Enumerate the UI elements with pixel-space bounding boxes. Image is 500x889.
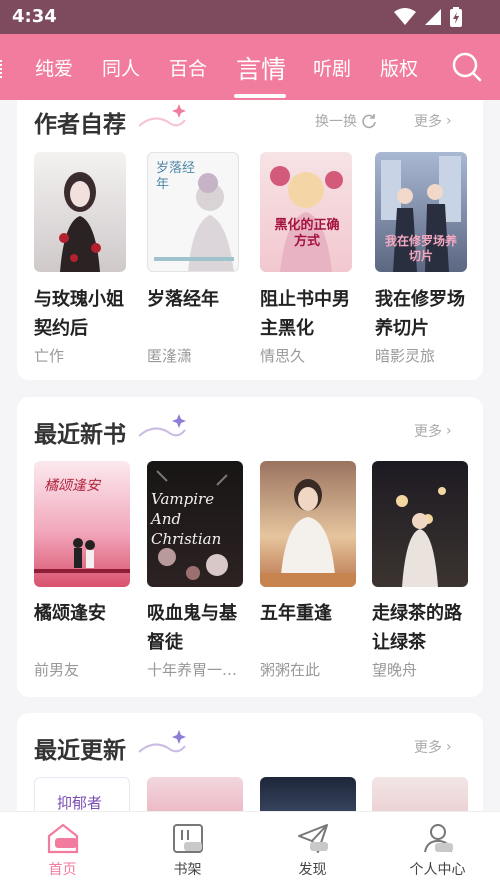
active-tab-indicator bbox=[234, 94, 286, 98]
section-title: 最近新书 bbox=[34, 422, 126, 448]
author-recommend-card: 作者自荐 换一换 更多 › 与玫瑰小姐契约后 亡作 岁落经年 岁落经年 匿湰潇 … bbox=[17, 100, 483, 380]
book-title: 阻止书中男主黑化 bbox=[260, 289, 350, 339]
tab-yanqing[interactable]: 言情 bbox=[236, 50, 286, 86]
cover-title-text: 抑郁者 bbox=[57, 794, 103, 812]
cover-illustration bbox=[34, 538, 130, 573]
book-author: 情思久 bbox=[260, 347, 306, 365]
more-label: 更多 bbox=[414, 424, 442, 440]
cover-illustration bbox=[396, 487, 446, 587]
author-recommend-more[interactable]: 更多 › bbox=[414, 111, 452, 131]
book-cover bbox=[372, 461, 468, 587]
book-title: 走绿茶的路让绿茶 bbox=[372, 603, 462, 653]
more-label: 更多 bbox=[414, 114, 442, 130]
status-icons bbox=[394, 7, 462, 27]
cover-illustration bbox=[270, 166, 343, 272]
book-title: 我在修罗场养切片 bbox=[375, 289, 465, 339]
book-author: 暗影灵旅 bbox=[375, 347, 436, 365]
category-tab-bar: 纯爱 同人 百合 言情 听剧 版权 bbox=[0, 34, 500, 100]
more-label: 更多 bbox=[414, 740, 442, 756]
cover-title-text: 我在修罗场养切片 bbox=[385, 234, 458, 263]
cover-illustration bbox=[260, 479, 356, 587]
cover-illustration bbox=[156, 470, 228, 580]
chevron-right-icon: › bbox=[446, 113, 452, 129]
book-title: 五年重逢 bbox=[260, 603, 332, 624]
nav-label: 书架 bbox=[173, 862, 202, 878]
book-title: 吸血鬼与基督徒 bbox=[147, 603, 237, 653]
discover-icon bbox=[298, 824, 328, 853]
tab-tongren[interactable]: 同人 bbox=[102, 54, 140, 81]
recent-new-more[interactable]: 更多 › bbox=[414, 421, 452, 441]
book-author: 十年养胃一… bbox=[147, 661, 238, 679]
sparkle-decoration bbox=[138, 104, 186, 127]
nav-discover[interactable]: 发现 bbox=[250, 812, 375, 889]
book-cover: 黑化的正确方式 bbox=[260, 152, 352, 272]
book-cover: 我在修罗场养切片 bbox=[375, 152, 467, 272]
book-cover: Vampire And Christian bbox=[147, 461, 243, 587]
book-cover: 橘颂逢安 bbox=[34, 461, 130, 587]
book-author: 粥粥在此 bbox=[260, 661, 321, 679]
section-title: 作者自荐 bbox=[34, 112, 126, 138]
book-cover bbox=[260, 461, 356, 587]
tab-baihe[interactable]: 百合 bbox=[169, 54, 207, 81]
nav-label: 首页 bbox=[48, 862, 77, 878]
book-cover: 岁落经年 bbox=[147, 152, 239, 272]
refresh-icon bbox=[362, 114, 376, 129]
cover-title-text: 岁落经年 bbox=[156, 161, 196, 192]
nav-label: 个人中心 bbox=[409, 862, 466, 878]
book-author: 匿湰潇 bbox=[147, 347, 193, 365]
sparkle-decoration bbox=[138, 414, 186, 437]
nav-home[interactable]: 首页 bbox=[0, 812, 125, 889]
signal-icon bbox=[425, 9, 441, 25]
battery-icon bbox=[450, 7, 462, 27]
book-cover bbox=[34, 152, 126, 272]
sparkle-decoration bbox=[138, 730, 186, 753]
tab-chunai[interactable]: 纯爱 bbox=[35, 54, 73, 81]
bottom-navigation: 首页 书架 发现 个人中心 bbox=[0, 811, 500, 889]
profile-icon bbox=[424, 824, 453, 853]
bookshelf-icon bbox=[173, 824, 203, 853]
status-time: 4:34 bbox=[12, 6, 57, 27]
book-author: 望晚舟 bbox=[372, 661, 418, 679]
cover-title-text: 黑化的正确方式 bbox=[274, 218, 340, 249]
tab-tingju[interactable]: 听剧 bbox=[313, 54, 351, 81]
recent-update-more[interactable]: 更多 › bbox=[414, 737, 452, 757]
book-title: 与玫瑰小姐契约后 bbox=[34, 289, 124, 339]
search-icon[interactable] bbox=[452, 52, 482, 82]
book-title: 岁落经年 bbox=[147, 289, 219, 310]
cover-illustration bbox=[59, 172, 101, 272]
book-author: 前男友 bbox=[34, 661, 80, 679]
tab-banquan[interactable]: 版权 bbox=[380, 54, 418, 81]
recent-new-card: 最近新书 更多 › 橘颂逢安 橘颂逢安 前男友 Vampire And Chri… bbox=[17, 397, 483, 697]
home-icon bbox=[47, 823, 79, 854]
book-title: 橘颂逢安 bbox=[34, 603, 106, 624]
tab-overflow-marker bbox=[0, 60, 3, 78]
shuffle-label: 换一换 bbox=[315, 114, 357, 130]
status-bar: 4:34 bbox=[0, 0, 500, 34]
book-author: 亡作 bbox=[34, 347, 65, 365]
wifi-icon bbox=[394, 8, 416, 25]
nav-profile[interactable]: 个人中心 bbox=[375, 812, 500, 889]
shuffle-button[interactable]: 换一换 bbox=[315, 111, 377, 131]
chevron-right-icon: › bbox=[446, 423, 452, 439]
section-title: 最近更新 bbox=[34, 738, 126, 764]
nav-bookshelf[interactable]: 书架 bbox=[125, 812, 250, 889]
chevron-right-icon: › bbox=[446, 739, 452, 755]
nav-label: 发现 bbox=[298, 862, 327, 878]
